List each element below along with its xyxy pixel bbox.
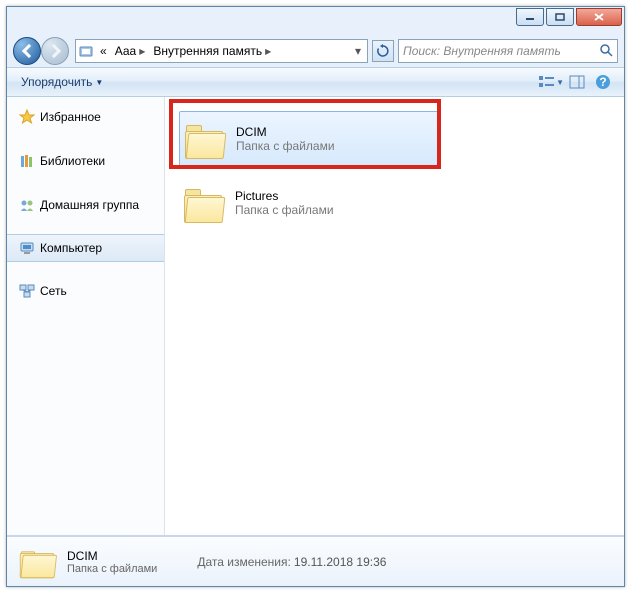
breadcrumb-text: Внутренняя память [153, 44, 262, 58]
help-button[interactable]: ? [590, 71, 616, 93]
maximize-button[interactable] [546, 8, 574, 26]
address-icon [78, 43, 94, 59]
tree-label: Библиотеки [40, 154, 105, 168]
toolbar: Упорядочить▼ ▼ ? [7, 67, 624, 97]
tree-label: Компьютер [40, 241, 102, 255]
breadcrumb-text: Ааа [115, 44, 137, 58]
breadcrumb-seg-1[interactable]: Ааа▶ [111, 40, 150, 62]
dropdown-icon: ▼ [95, 78, 103, 87]
homegroup-icon [19, 197, 35, 213]
breadcrumb-prefix-text: « [100, 44, 107, 58]
details-name: DCIM [67, 549, 157, 563]
forward-button[interactable] [41, 37, 69, 65]
folder-item-dcim[interactable]: DCIM Папка с файлами [179, 111, 439, 167]
chevron-icon: ▶ [139, 47, 145, 56]
network-icon [19, 283, 35, 299]
content-pane[interactable]: DCIM Папка с файлами Pictures Папка с фа… [165, 97, 624, 535]
libraries-icon [19, 153, 35, 169]
organize-button[interactable]: Упорядочить▼ [15, 73, 109, 91]
body: Избранное Библиотеки Домашняя группа Ком… [7, 97, 624, 536]
address-dropdown-icon[interactable]: ▾ [355, 44, 361, 58]
folder-name: DCIM [236, 125, 335, 139]
nav-buttons [13, 36, 71, 66]
search-placeholder: Поиск: Внутренняя память [403, 44, 561, 58]
folder-desc: Папка с файлами [236, 139, 335, 153]
folder-desc: Папка с файлами [235, 203, 334, 217]
tree-libraries[interactable]: Библиотеки [7, 147, 164, 175]
nav-row: « Ааа▶ Внутренняя память▶ ▾ Поиск: Внутр… [7, 35, 624, 67]
forward-arrow-icon [46, 44, 60, 58]
address-bar[interactable]: « Ааа▶ Внутренняя память▶ ▾ [75, 39, 368, 63]
refresh-button[interactable] [372, 40, 394, 62]
tree-homegroup[interactable]: Домашняя группа [7, 191, 164, 219]
folder-name: Pictures [235, 189, 334, 203]
tree-label: Домашняя группа [40, 198, 139, 212]
tree-label: Сеть [40, 284, 67, 298]
chevron-icon: ▶ [265, 47, 271, 56]
tree-network[interactable]: Сеть [7, 277, 164, 305]
organize-label: Упорядочить [21, 75, 92, 89]
close-button[interactable] [576, 8, 622, 26]
folder-icon [183, 183, 225, 223]
back-arrow-icon [21, 44, 35, 58]
tree-computer[interactable]: Компьютер [7, 234, 164, 262]
minimize-button[interactable] [516, 8, 544, 26]
preview-pane-button[interactable] [564, 71, 590, 93]
breadcrumb-seg-2[interactable]: Внутренняя память▶ [149, 40, 275, 62]
folder-icon [19, 545, 53, 577]
tree-label: Избранное [40, 110, 101, 124]
search-input[interactable]: Поиск: Внутренняя память [398, 39, 618, 63]
date-value: 19.11.2018 19:36 [294, 555, 387, 569]
svg-text:?: ? [599, 75, 606, 89]
tree-favorites[interactable]: Избранное [7, 103, 164, 131]
star-icon [19, 109, 35, 125]
folder-item-pictures[interactable]: Pictures Папка с файлами [179, 175, 439, 231]
back-button[interactable] [13, 37, 41, 65]
date-label: Дата изменения: [197, 555, 291, 569]
view-button[interactable]: ▼ [538, 71, 564, 93]
details-pane: DCIM Папка с файлами Дата изменения: 19.… [7, 536, 624, 586]
explorer-window: « Ааа▶ Внутренняя память▶ ▾ Поиск: Внутр… [6, 6, 625, 587]
breadcrumb-prefix[interactable]: « [96, 40, 111, 62]
folder-icon [184, 119, 226, 159]
details-desc: Папка с файлами [67, 563, 157, 575]
search-icon [599, 43, 613, 60]
nav-tree: Избранное Библиотеки Домашняя группа Ком… [7, 97, 165, 535]
titlebar [7, 7, 624, 35]
computer-icon [19, 240, 35, 256]
details-date: Дата изменения: 19.11.2018 19:36 [197, 555, 386, 569]
